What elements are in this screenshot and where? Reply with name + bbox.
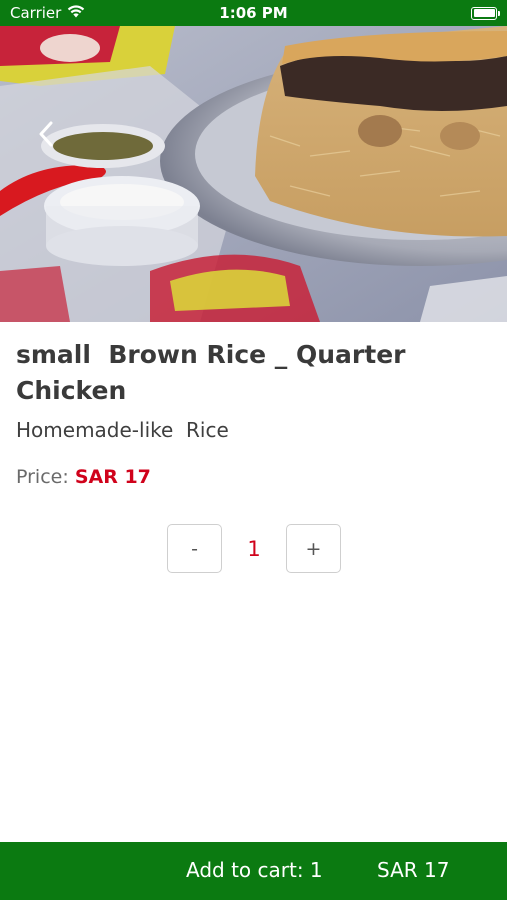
price-value: SAR 17 xyxy=(74,466,151,488)
product-image xyxy=(0,26,507,322)
decrease-quantity-button[interactable]: - xyxy=(167,524,222,573)
product-subtitle: Homemade-like Rice xyxy=(16,418,229,442)
price-label: Price: xyxy=(16,466,69,488)
carrier-label: Carrier xyxy=(10,4,62,22)
quantity-stepper: - 1 + xyxy=(167,524,342,574)
status-bar: Carrier 1:06 PM xyxy=(0,0,507,26)
status-left: Carrier xyxy=(10,4,85,22)
add-to-cart-label: Add to cart: 1 xyxy=(186,858,323,882)
add-to-cart-button[interactable]: Add to cart: 1 SAR 17 xyxy=(0,842,507,900)
chevron-left-icon xyxy=(38,121,54,147)
cart-total: SAR 17 xyxy=(377,858,450,882)
battery-icon xyxy=(471,6,500,20)
increase-quantity-button[interactable]: + xyxy=(286,524,341,573)
wifi-icon xyxy=(67,4,85,22)
quantity-value: 1 xyxy=(247,536,261,561)
price-row: Price: SAR 17 xyxy=(16,466,151,488)
product-title: small Brown Rice _ Quarter Chicken xyxy=(16,340,415,405)
back-button[interactable] xyxy=(30,118,62,150)
product-detail-screen: Carrier 1:06 PM small Brown Rice _ Quart… xyxy=(0,0,507,900)
